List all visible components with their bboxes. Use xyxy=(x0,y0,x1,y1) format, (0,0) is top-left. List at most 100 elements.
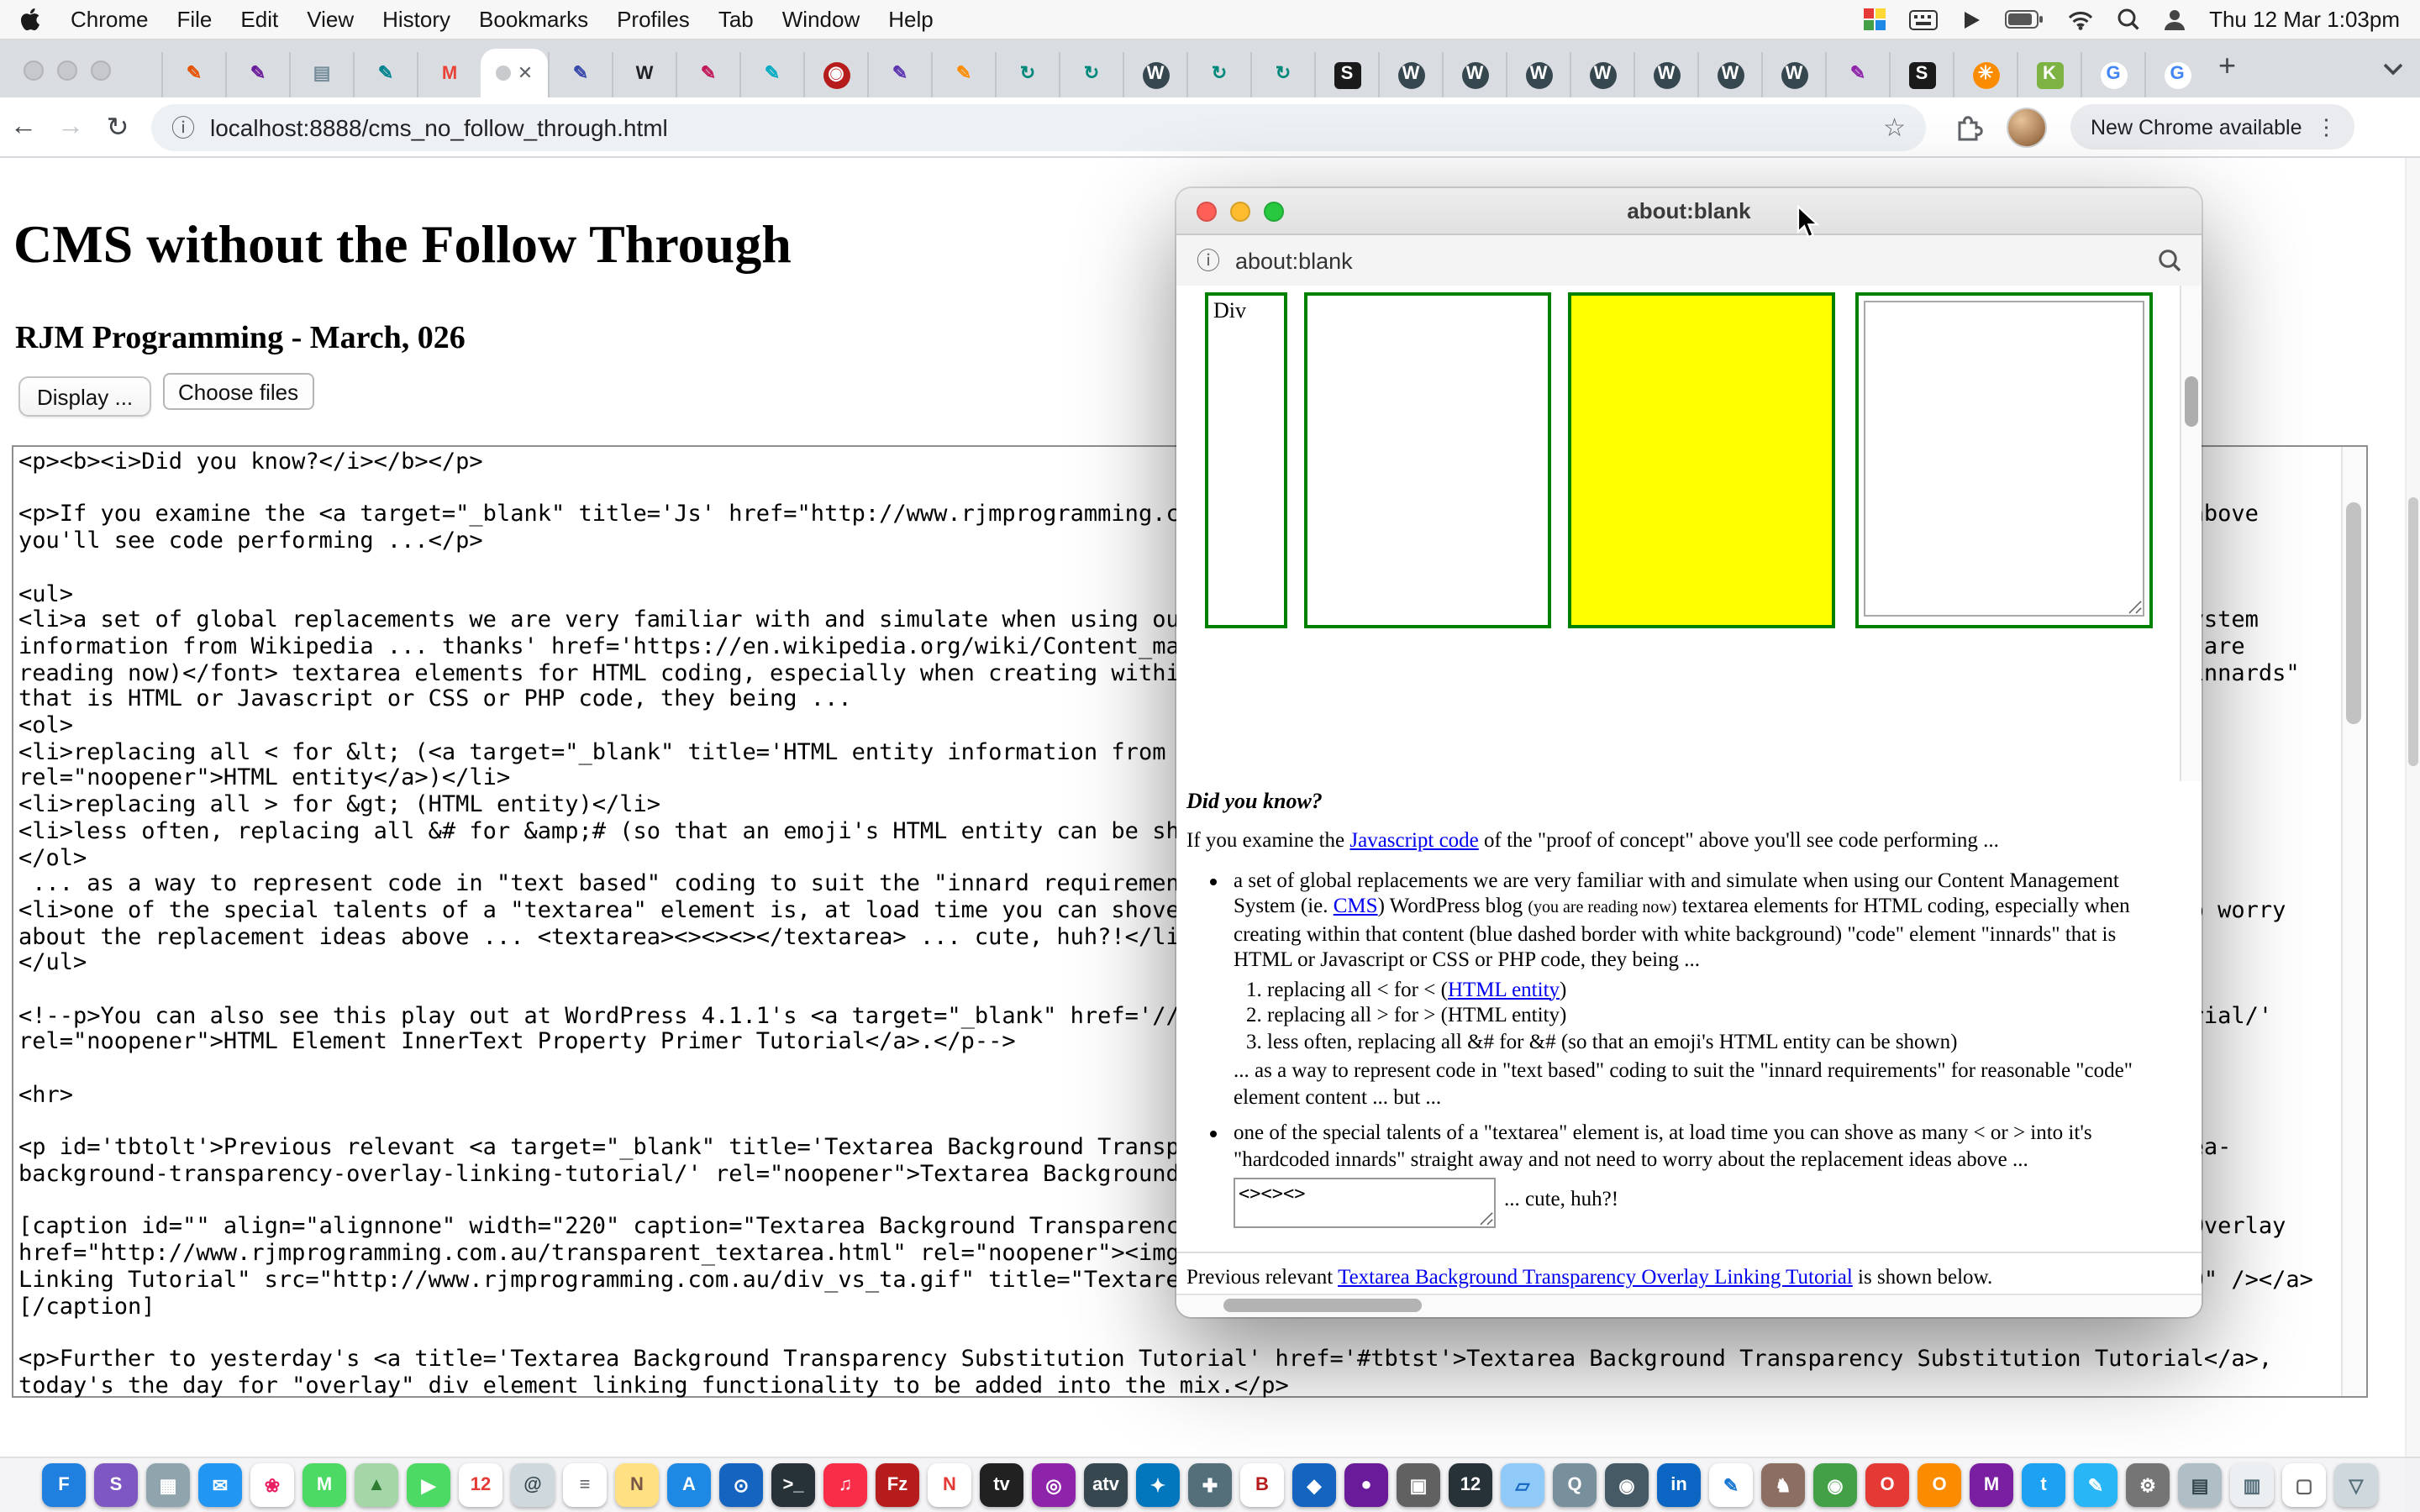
choose-files-button[interactable]: Choose files xyxy=(163,373,313,410)
popup-zoom-button[interactable] xyxy=(1264,202,1284,222)
browser-tab[interactable]: ↻ xyxy=(1186,52,1250,97)
dock-icon[interactable]: ◆ xyxy=(1292,1463,1336,1507)
close-window-button[interactable] xyxy=(24,60,44,81)
profile-avatar[interactable] xyxy=(2007,107,2047,147)
menu-item[interactable]: History xyxy=(382,7,450,32)
menu-item[interactable]: Tab xyxy=(718,7,754,32)
browser-tab[interactable]: W xyxy=(1697,52,1761,97)
zoom-window-button[interactable] xyxy=(91,60,111,81)
dock-icon[interactable]: ▣ xyxy=(1397,1463,1440,1507)
dock-icon[interactable]: ❀ xyxy=(250,1463,294,1507)
dock-icon[interactable]: ✎ xyxy=(2074,1463,2118,1507)
browser-tab[interactable]: ✎ xyxy=(931,52,995,97)
browser-tab[interactable]: W xyxy=(1378,52,1442,97)
dock-icon[interactable]: F xyxy=(42,1463,86,1507)
browser-tab[interactable]: S xyxy=(1889,52,1953,97)
dock-icon[interactable]: 12 xyxy=(1449,1463,1492,1507)
text-link[interactable]: Javascript code xyxy=(1349,828,1478,852)
browser-tab[interactable]: ✎ xyxy=(1825,52,1889,97)
dock-icon[interactable]: S xyxy=(94,1463,138,1507)
play-icon[interactable] xyxy=(1960,9,1981,29)
dock-icon[interactable]: M xyxy=(302,1463,346,1507)
code-scrollbar-thumb[interactable] xyxy=(2346,502,2361,724)
text-link[interactable]: Textarea Background Transparency Overlay… xyxy=(1338,1265,1853,1289)
dock-icon[interactable]: atv xyxy=(1084,1463,1128,1507)
forward-button[interactable]: → xyxy=(47,112,94,142)
dock-icon[interactable]: 12 xyxy=(459,1463,502,1507)
display-button[interactable]: Display ... xyxy=(18,376,151,417)
code-scrollbar[interactable] xyxy=(2341,447,2366,1396)
text-link[interactable]: HTML entity xyxy=(1448,977,1560,1000)
browser-tab[interactable]: ↻ xyxy=(1059,52,1123,97)
minimize-window-button[interactable] xyxy=(57,60,77,81)
dock-icon[interactable]: ▲ xyxy=(355,1463,398,1507)
page-scrollbar-thumb[interactable] xyxy=(2408,497,2418,766)
browser-tab[interactable]: ✎ xyxy=(225,52,289,97)
dock-icon[interactable]: N xyxy=(928,1463,971,1507)
new-tab-button[interactable]: + xyxy=(2218,50,2236,87)
popup-scrollbar[interactable] xyxy=(2180,286,2202,781)
popup-zoom-search-icon[interactable] xyxy=(2158,249,2181,272)
reload-button[interactable]: ↻ xyxy=(94,110,141,144)
dock-icon[interactable]: ▱ xyxy=(1501,1463,1544,1507)
dock-icon[interactable]: Fz xyxy=(876,1463,919,1507)
spotlight-icon[interactable] xyxy=(2117,8,2139,30)
dock-icon[interactable]: ◉ xyxy=(1813,1463,1857,1507)
dock-icon[interactable]: B xyxy=(1240,1463,1284,1507)
tab-search-chevron-icon[interactable] xyxy=(2383,54,2403,84)
browser-tab[interactable]: ◉ xyxy=(803,52,867,97)
menu-item[interactable]: File xyxy=(177,7,213,32)
browser-tab[interactable]: ✎ xyxy=(353,52,417,97)
browser-tab[interactable]: G xyxy=(2144,52,2208,97)
page-scrollbar[interactable] xyxy=(2405,158,2420,1512)
color-app-icon[interactable] xyxy=(1863,8,1885,30)
menu-bar-clock[interactable]: Thu 12 Mar 1:03pm xyxy=(2209,7,2400,32)
dock-icon[interactable]: ▽ xyxy=(2334,1463,2378,1507)
popup-address-bar[interactable]: ⓘ about:blank xyxy=(1176,235,2202,287)
dock-icon[interactable]: ✉ xyxy=(198,1463,242,1507)
dock-icon[interactable]: A xyxy=(667,1463,711,1507)
browser-tab[interactable]: ↻ xyxy=(1250,52,1314,97)
dock-icon[interactable]: ▶ xyxy=(407,1463,450,1507)
user-switch-icon[interactable] xyxy=(2162,8,2186,30)
dock-icon[interactable]: ✦ xyxy=(1136,1463,1180,1507)
popup-horizontal-scrollbar[interactable] xyxy=(1176,1294,2202,1317)
dock-icon[interactable]: ▥ xyxy=(2230,1463,2274,1507)
mini-textarea[interactable] xyxy=(1234,1178,1496,1228)
browser-tab[interactable]: W xyxy=(1123,52,1186,97)
apple-logo-icon[interactable] xyxy=(20,6,44,33)
dock-icon[interactable]: ≡ xyxy=(563,1463,607,1507)
dock-icon[interactable]: ♞ xyxy=(1761,1463,1805,1507)
popup-minimize-button[interactable] xyxy=(1230,202,1250,222)
browser-tab[interactable]: K xyxy=(2017,52,2081,97)
dock-icon[interactable]: ✚ xyxy=(1188,1463,1232,1507)
popup-scrollbar-thumb[interactable] xyxy=(2185,376,2198,427)
popup-close-button[interactable] xyxy=(1197,202,1217,222)
menu-item[interactable]: Edit xyxy=(240,7,278,32)
extensions-icon[interactable] xyxy=(1953,112,1983,142)
poc-textarea[interactable] xyxy=(1864,301,2144,617)
url-text[interactable]: localhost:8888/cms_no_follow_through.htm… xyxy=(210,113,668,140)
browser-tab[interactable]: ↻ xyxy=(995,52,1059,97)
browser-tab[interactable]: ✎ xyxy=(161,52,225,97)
dock-icon[interactable]: in xyxy=(1657,1463,1701,1507)
browser-tab[interactable]: W xyxy=(1570,52,1634,97)
dock-icon[interactable]: ▤ xyxy=(2178,1463,2222,1507)
dock-icon[interactable]: @ xyxy=(511,1463,555,1507)
bookmark-star-icon[interactable]: ☆ xyxy=(1883,112,1906,142)
dock-icon[interactable]: t xyxy=(2022,1463,2065,1507)
popup-title-bar[interactable]: about:blank xyxy=(1176,188,2202,235)
dock-icon[interactable]: O xyxy=(1865,1463,1909,1507)
dock-icon[interactable]: ⊙ xyxy=(719,1463,763,1507)
active-tab[interactable]: ✕ xyxy=(481,49,548,97)
browser-tab[interactable]: ▤ xyxy=(289,52,353,97)
dock-icon[interactable]: ✎ xyxy=(1709,1463,1753,1507)
dock-icon[interactable]: ▦ xyxy=(146,1463,190,1507)
popup-site-info-icon[interactable]: ⓘ xyxy=(1197,244,1220,277)
browser-tab[interactable]: M xyxy=(417,52,481,97)
dock-icon[interactable]: ● xyxy=(1344,1463,1388,1507)
dock-icon[interactable]: O xyxy=(1918,1463,1961,1507)
text-link[interactable]: CMS xyxy=(1334,894,1378,917)
menu-item[interactable]: View xyxy=(307,7,354,32)
dock-icon[interactable]: ▢ xyxy=(2282,1463,2326,1507)
